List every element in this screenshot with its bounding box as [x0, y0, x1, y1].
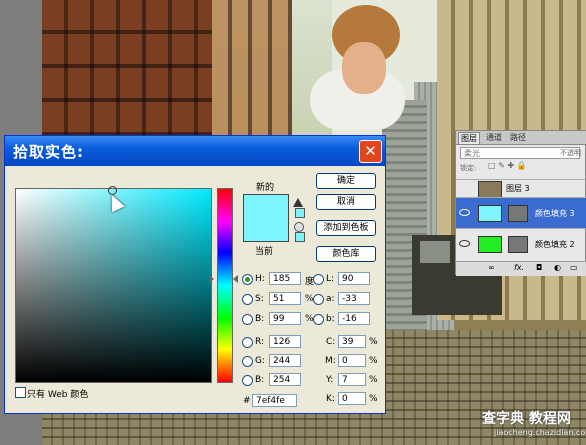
current-color-label: 当前 [255, 247, 274, 257]
radio-brightness[interactable] [242, 314, 253, 325]
yellow-input[interactable]: 7 [338, 373, 366, 386]
layers-panel-tabs: 图层 通道 路径 [456, 131, 586, 145]
a-input[interactable]: -33 [338, 292, 370, 305]
layer-row-fill-3[interactable]: 颜色填充 3 [456, 197, 586, 228]
radio-saturation[interactable] [242, 294, 253, 305]
color-picker-dialog: 拾取实色: ✕ 新的 当前 确定 取消 添加到色板 颜色库 H: 185 度 S… [4, 135, 386, 414]
yellow-unit: % [369, 375, 378, 385]
layer-thumbnail [478, 205, 502, 222]
eye-icon[interactable] [459, 240, 470, 247]
mask-icon[interactable]: ◘ [536, 263, 542, 272]
layer-name: 颜色填充 3 [535, 209, 575, 218]
saturation-label: S: [255, 294, 264, 304]
watermark-url: jiaocheng.chazidian.com [494, 428, 586, 437]
watermark-text: 查字典 教程网 [482, 411, 571, 427]
green-input[interactable]: 244 [269, 354, 301, 367]
tab-channels[interactable]: 通道 [484, 132, 504, 143]
black-label: K: [326, 394, 335, 404]
layer-name: 图层 3 [506, 184, 530, 193]
add-to-swatches-button[interactable]: 添加到色板 [316, 220, 376, 236]
magenta-input[interactable]: 0 [338, 354, 366, 367]
layer-mask-thumbnail [508, 236, 528, 253]
hue-slider-left-arrow-icon[interactable] [209, 275, 214, 283]
b-label: b: [326, 314, 335, 324]
hex-label: # [243, 396, 251, 406]
hue-slider[interactable] [217, 188, 233, 383]
lock-label: 锁定: [460, 164, 477, 172]
color-field[interactable] [15, 188, 212, 383]
tab-paths[interactable]: 路径 [508, 132, 528, 143]
magenta-label: M: [325, 356, 336, 366]
opacity-label: 不透明 [560, 149, 581, 157]
brightness-input[interactable]: 99 [269, 312, 301, 325]
close-button[interactable]: ✕ [359, 140, 382, 163]
cyan-unit: % [369, 337, 378, 347]
layer-name: 颜色填充 2 [535, 240, 575, 249]
fx-icon[interactable]: fx. [514, 263, 524, 272]
web-colors-only-label: 只有 Web 颜色 [27, 390, 89, 400]
ok-button[interactable]: 确定 [316, 173, 376, 189]
model-face [342, 42, 386, 94]
layer-thumbnail [478, 236, 502, 253]
dialog-title: 拾取实色: [13, 143, 84, 161]
cyan-input[interactable]: 39 [338, 335, 366, 348]
layer-row-3[interactable]: 图层 3 [456, 179, 586, 198]
saturation-input[interactable]: 51 [269, 292, 301, 305]
new-color-swatch [243, 194, 289, 222]
eye-icon[interactable] [459, 209, 470, 216]
red-label: R: [255, 337, 265, 347]
radio-lightness[interactable] [313, 274, 324, 285]
web-safe-cube-icon [294, 222, 304, 232]
adjustment-icon[interactable]: ◐ [554, 263, 561, 272]
web-safe-swatch[interactable] [295, 232, 305, 242]
link-icon[interactable]: ∞ [488, 263, 495, 272]
dialog-titlebar[interactable]: 拾取实色: ✕ [5, 136, 385, 166]
cancel-button[interactable]: 取消 [316, 194, 376, 210]
layer-mask-thumbnail [508, 205, 528, 222]
blue-label: B: [255, 375, 265, 385]
gamut-warning-swatch[interactable] [295, 208, 305, 218]
magenta-unit: % [369, 356, 378, 366]
layer-thumbnail [478, 181, 502, 198]
layers-panel: 图层 通道 路径 柔光 不透明 锁定: □ ✎ ✚ 🔒 图层 3 颜色填充 3 … [455, 130, 586, 276]
gamut-warning-icon [293, 198, 303, 207]
layer-row-fill-2[interactable]: 颜色填充 2 [456, 228, 586, 259]
black-unit: % [369, 394, 378, 404]
current-color-swatch[interactable] [243, 221, 289, 242]
hue-label: H: [255, 274, 265, 284]
black-input[interactable]: 0 [338, 392, 366, 405]
a-label: a: [326, 294, 335, 304]
folder-icon[interactable]: ▭ [570, 263, 578, 272]
radio-a[interactable] [313, 294, 324, 305]
new-color-label: 新的 [256, 183, 275, 193]
lightness-input[interactable]: 90 [338, 272, 370, 285]
hue-slider-right-arrow-icon[interactable] [233, 275, 238, 283]
lock-icons[interactable]: □ ✎ ✚ 🔒 [488, 161, 527, 170]
web-colors-only-checkbox[interactable] [15, 387, 26, 398]
radio-green[interactable] [242, 356, 253, 367]
lightness-label: L: [326, 274, 335, 284]
cyan-label: C: [326, 337, 336, 347]
radio-b[interactable] [313, 314, 324, 325]
brightness-label: B: [255, 314, 265, 324]
radio-blue[interactable] [242, 375, 253, 386]
hue-input[interactable]: 185 [269, 272, 301, 285]
green-label: G: [255, 356, 266, 366]
b-input[interactable]: -16 [338, 312, 370, 325]
radio-hue[interactable] [242, 274, 253, 285]
blue-input[interactable]: 254 [269, 373, 301, 386]
color-libraries-button[interactable]: 颜色库 [316, 246, 376, 262]
layers-panel-footer: ∞ fx. ◘ ◐ ▭ [456, 261, 586, 276]
tab-layers[interactable]: 图层 [458, 132, 480, 144]
red-input[interactable]: 126 [269, 335, 301, 348]
hex-input[interactable]: 7ef4fe [252, 394, 297, 407]
yellow-label: Y: [326, 375, 334, 385]
radio-red[interactable] [242, 337, 253, 348]
